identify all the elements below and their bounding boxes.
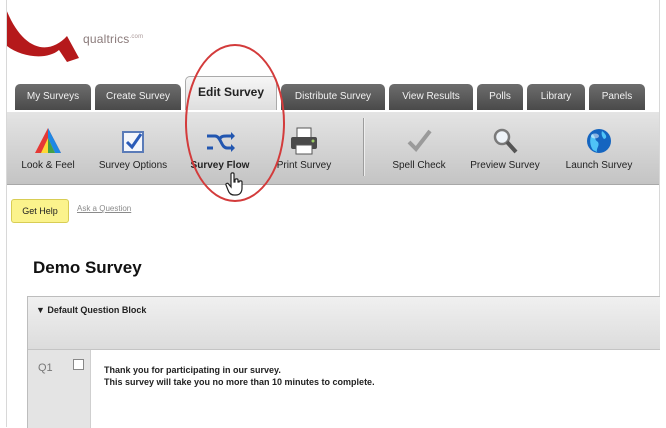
question-sidebar: Q1 (28, 350, 91, 428)
question-number: Q1 (38, 362, 53, 374)
print-survey-button[interactable]: Print Survey (263, 112, 345, 184)
tab-polls[interactable]: Polls (477, 84, 523, 110)
flow-arrows-icon (207, 132, 235, 152)
look-feel-label: Look & Feel (21, 160, 75, 171)
ask-question-link[interactable]: Ask a Question (77, 204, 131, 213)
preview-survey-button[interactable]: Preview Survey (461, 112, 549, 184)
question-block: ▼ Default Question Block Q1 Thank you fo… (27, 296, 660, 428)
get-help-button[interactable]: Get Help (11, 199, 69, 223)
globe-icon (587, 129, 611, 153)
qualtrics-logo[interactable]: qualtrics.com (7, 0, 167, 72)
spell-check-button[interactable]: Spell Check (383, 112, 455, 184)
color-triangle-icon (35, 128, 61, 153)
question-row[interactable]: Q1 Thank you for participating in our su… (28, 350, 660, 428)
app-frame: qualtrics.com My Surveys Create Survey E… (6, 0, 660, 428)
question-text-line-1: Thank you for participating in our surve… (104, 365, 281, 375)
tab-panels[interactable]: Panels (589, 84, 645, 110)
brand-name-text: qualtrics (83, 32, 130, 46)
preview-survey-label: Preview Survey (470, 160, 540, 171)
edit-toolbar: Look & Feel Survey Options Survey Flow P… (7, 112, 659, 185)
toolbar-divider (363, 118, 364, 176)
look-feel-button[interactable]: Look & Feel (11, 112, 85, 184)
printer-icon (291, 127, 317, 155)
question-select-checkbox[interactable] (73, 359, 84, 370)
brand-name: qualtrics.com (83, 32, 143, 46)
help-bar: Get Help Ask a Question (7, 185, 659, 237)
hand-cursor-icon (225, 172, 243, 196)
block-label: ▼ Default Question Block (36, 305, 147, 315)
print-survey-label: Print Survey (276, 160, 332, 171)
question-text-line-2: This survey will take you no more than 1… (104, 377, 375, 387)
launch-survey-button[interactable]: Launch Survey (557, 112, 641, 184)
tab-my-surveys[interactable]: My Surveys (15, 84, 91, 110)
survey-flow-label: Survey Flow (190, 160, 250, 171)
question-text[interactable]: Thank you for participating in our surve… (104, 364, 375, 388)
tab-edit-survey[interactable]: Edit Survey (185, 76, 277, 110)
survey-title: Demo Survey (33, 258, 142, 277)
tab-library[interactable]: Library (527, 84, 585, 110)
qualtrics-q-logo (7, 0, 79, 62)
tab-create-survey[interactable]: Create Survey (95, 84, 181, 110)
spell-check-label: Spell Check (392, 160, 446, 171)
tab-view-results[interactable]: View Results (389, 84, 473, 110)
brand-suffix: .com (129, 34, 144, 40)
survey-flow-button[interactable]: Survey Flow (183, 112, 257, 184)
block-header[interactable]: ▼ Default Question Block (28, 297, 660, 350)
tab-distribute-survey[interactable]: Distribute Survey (281, 84, 385, 110)
survey-options-button[interactable]: Survey Options (91, 112, 175, 184)
checkbox-icon (122, 131, 144, 153)
launch-survey-label: Launch Survey (565, 160, 633, 171)
survey-options-label: Survey Options (98, 160, 168, 171)
checkmark-icon (407, 129, 432, 153)
magnifier-icon (493, 128, 518, 154)
